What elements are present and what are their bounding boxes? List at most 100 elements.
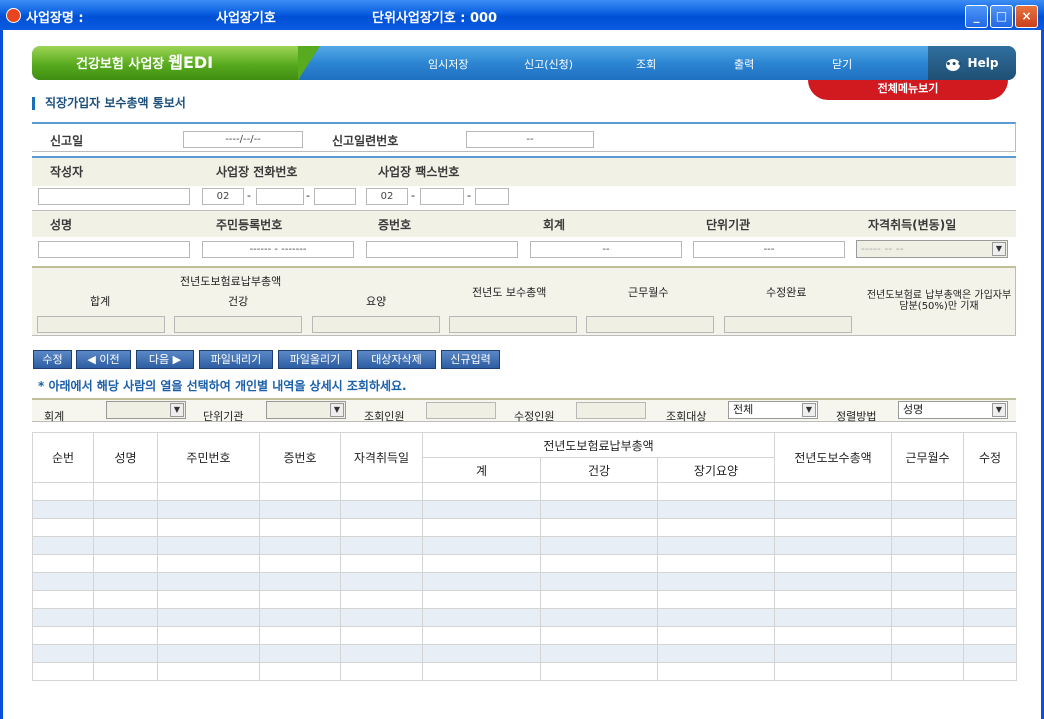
table-cell[interactable] [259, 500, 341, 519]
table-cell[interactable] [963, 536, 1018, 555]
prev-salary-field[interactable] [449, 316, 577, 333]
menu-print[interactable]: 출력 [734, 56, 754, 72]
col-seq[interactable]: 순번 [32, 432, 94, 483]
table-cell[interactable] [32, 590, 94, 609]
menu-temp-save[interactable]: 임시저장 [428, 56, 468, 72]
menu-report[interactable]: 신고(신청) [524, 56, 573, 72]
table-cell[interactable] [32, 518, 94, 537]
report-date-field[interactable]: ----/--/-- [183, 131, 303, 148]
table-cell[interactable] [32, 536, 94, 555]
table-cell[interactable] [891, 644, 965, 663]
table-cell[interactable] [259, 590, 341, 609]
table-cell[interactable] [157, 518, 260, 537]
table-cell[interactable] [774, 590, 893, 609]
table-cell[interactable] [774, 482, 893, 501]
table-row[interactable] [32, 590, 1018, 609]
table-cell[interactable] [540, 608, 658, 627]
col-qualify-date[interactable]: 자격취득일 [340, 432, 423, 483]
table-cell[interactable] [891, 608, 965, 627]
table-cell[interactable] [340, 644, 423, 663]
table-cell[interactable] [656, 500, 776, 519]
table-cell[interactable] [891, 572, 965, 591]
col-sub-ltc[interactable]: 장기요양 [656, 457, 776, 483]
table-cell[interactable] [93, 500, 158, 519]
table-cell[interactable] [963, 572, 1018, 591]
table-cell[interactable] [656, 482, 776, 501]
table-cell[interactable] [656, 572, 776, 591]
menu-query[interactable]: 조회 [636, 56, 656, 72]
total-field[interactable] [37, 316, 165, 333]
col-edit[interactable]: 수정 [963, 432, 1018, 483]
table-cell[interactable] [157, 572, 260, 591]
rrn-field[interactable]: ------ - ------- [202, 241, 354, 258]
col-sub-total[interactable]: 계 [422, 457, 541, 483]
table-cell[interactable] [540, 626, 658, 645]
table-row[interactable] [32, 482, 1018, 501]
table-cell[interactable] [32, 644, 94, 663]
table-cell[interactable] [32, 626, 94, 645]
table-cell[interactable] [963, 590, 1018, 609]
table-cell[interactable] [157, 644, 260, 663]
phone-mid-field[interactable] [256, 188, 304, 205]
work-months-field[interactable] [586, 316, 714, 333]
filter-account-dropdown[interactable]: ▼ [106, 401, 186, 419]
table-cell[interactable] [93, 554, 158, 573]
table-cell[interactable] [93, 482, 158, 501]
table-cell[interactable] [32, 482, 94, 501]
maximize-button[interactable]: □ [990, 5, 1013, 28]
query-target-dropdown[interactable]: 전체 ▼ [728, 401, 818, 419]
table-cell[interactable] [540, 518, 658, 537]
table-cell[interactable] [93, 626, 158, 645]
table-cell[interactable] [422, 662, 541, 681]
table-cell[interactable] [656, 662, 776, 681]
table-cell[interactable] [340, 608, 423, 627]
table-cell[interactable] [157, 626, 260, 645]
table-cell[interactable] [93, 590, 158, 609]
table-cell[interactable] [93, 608, 158, 627]
table-cell[interactable] [93, 644, 158, 663]
table-cell[interactable] [340, 500, 423, 519]
table-cell[interactable] [340, 482, 423, 501]
table-cell[interactable] [540, 662, 658, 681]
table-cell[interactable] [891, 554, 965, 573]
table-cell[interactable] [963, 482, 1018, 501]
qualify-date-dropdown[interactable]: ----- -- -- ▼ [856, 240, 1008, 258]
file-upload-button[interactable]: 파일올리기 [278, 350, 352, 369]
table-cell[interactable] [963, 518, 1018, 537]
table-cell[interactable] [422, 644, 541, 663]
table-cell[interactable] [422, 554, 541, 573]
table-cell[interactable] [157, 662, 260, 681]
table-row[interactable] [32, 626, 1018, 645]
table-cell[interactable] [656, 518, 776, 537]
table-cell[interactable] [422, 626, 541, 645]
table-cell[interactable] [963, 662, 1018, 681]
table-cell[interactable] [774, 536, 893, 555]
table-cell[interactable] [774, 554, 893, 573]
table-row[interactable] [32, 500, 1018, 519]
table-row[interactable] [32, 518, 1018, 537]
menu-close[interactable]: 닫기 [832, 56, 852, 72]
table-cell[interactable] [422, 518, 541, 537]
edit-done-field[interactable] [724, 316, 852, 333]
table-cell[interactable] [340, 572, 423, 591]
table-cell[interactable] [93, 662, 158, 681]
phone-end-field[interactable] [314, 188, 356, 205]
writer-field[interactable] [38, 188, 190, 205]
table-row[interactable] [32, 644, 1018, 663]
full-menu-button[interactable]: 전체메뉴보기 [808, 80, 1008, 100]
table-cell[interactable] [656, 608, 776, 627]
table-cell[interactable] [93, 572, 158, 591]
table-cell[interactable] [891, 536, 965, 555]
phone-area-field[interactable]: 02 [202, 188, 244, 205]
table-cell[interactable] [157, 554, 260, 573]
table-row[interactable] [32, 662, 1018, 681]
table-cell[interactable] [774, 500, 893, 519]
close-button[interactable]: × [1015, 5, 1038, 28]
table-cell[interactable] [656, 554, 776, 573]
table-row[interactable] [32, 536, 1018, 555]
table-cell[interactable] [963, 500, 1018, 519]
health-field[interactable] [174, 316, 302, 333]
edit-button[interactable]: 수정 [33, 350, 72, 369]
col-work-months[interactable]: 근무월수 [891, 432, 965, 483]
table-cell[interactable] [340, 554, 423, 573]
